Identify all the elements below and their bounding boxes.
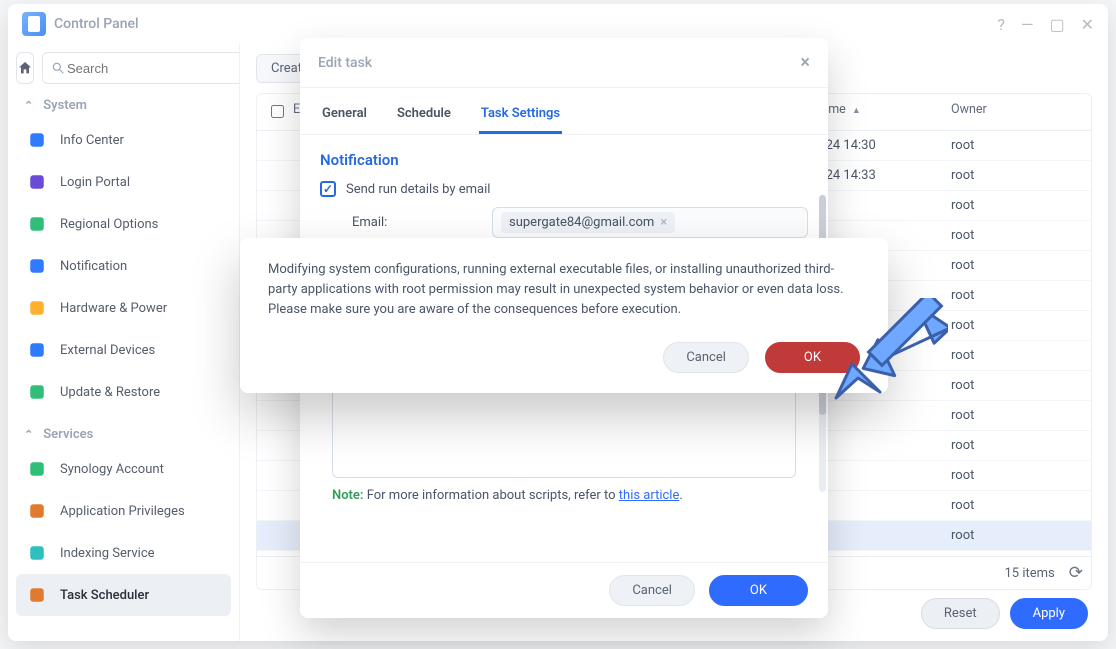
info-icon: [26, 129, 48, 151]
window-title: Control Panel: [54, 16, 997, 32]
sidebar-item-login-portal[interactable]: Login Portal: [16, 161, 231, 203]
sort-asc-icon: ▲: [852, 106, 861, 116]
reset-button[interactable]: Reset: [921, 598, 1000, 629]
search-icon: [51, 61, 65, 75]
cell-owner: root: [951, 138, 1081, 153]
apply-button[interactable]: Apply: [1010, 598, 1088, 629]
section-label: System: [43, 98, 87, 113]
cell-owner: root: [951, 408, 1081, 423]
confirm-cancel-button[interactable]: Cancel: [663, 342, 749, 373]
maximize-icon[interactable]: ▢: [1049, 15, 1064, 34]
tab-schedule[interactable]: Schedule: [395, 100, 453, 134]
note-prefix: Note:: [332, 488, 363, 503]
select-all-checkbox[interactable]: [271, 105, 284, 118]
section-services[interactable]: ⌃ Services: [16, 413, 231, 448]
note-suffix: .: [679, 488, 682, 503]
tab-task-settings[interactable]: Task Settings: [479, 100, 562, 134]
email-chip-text: supergate84@gmail.com: [509, 215, 654, 230]
sidebar-item-task-scheduler[interactable]: Task Scheduler: [16, 574, 231, 616]
search-icon: [26, 542, 48, 564]
send-email-checkbox[interactable]: ✓: [320, 181, 336, 197]
confirm-ok-button[interactable]: OK: [765, 342, 860, 373]
minimize-icon[interactable]: —: [1021, 15, 1034, 34]
home-icon: [17, 60, 33, 76]
close-icon[interactable]: ×: [800, 52, 810, 73]
sidebar-item-info-center[interactable]: Info Center: [16, 119, 231, 161]
sidebar-item-label: Indexing Service: [60, 546, 155, 561]
remove-chip-icon[interactable]: ×: [660, 215, 667, 230]
sidebar-item-synology-account[interactable]: Synology Account: [16, 448, 231, 490]
sidebar-item-label: Hardware & Power: [60, 301, 167, 316]
sidebar-item-label: Synology Account: [60, 462, 164, 477]
close-window-icon[interactable]: ✕: [1081, 15, 1094, 34]
dialog-title: Edit task: [318, 55, 372, 71]
sidebar-item-notification[interactable]: Notification: [16, 245, 231, 287]
sidebar-item-indexing-service[interactable]: Indexing Service: [16, 532, 231, 574]
tab-general[interactable]: General: [320, 100, 369, 134]
dialog-cancel-button[interactable]: Cancel: [609, 575, 695, 606]
portal-icon: [26, 171, 48, 193]
cell-owner: root: [951, 528, 1081, 543]
search-input-wrapper[interactable]: [42, 52, 240, 84]
sidebar-item-label: Task Scheduler: [60, 588, 149, 603]
sidebar-item-label: Info Center: [60, 133, 124, 148]
sidebar-item-label: Update & Restore: [60, 385, 160, 400]
cell-owner: root: [951, 438, 1081, 453]
lock-icon: [26, 500, 48, 522]
bulb-icon: [26, 297, 48, 319]
account-icon: [26, 458, 48, 480]
sidebar-item-label: Regional Options: [60, 217, 158, 232]
update-icon: [26, 381, 48, 403]
sidebar-item-update-restore[interactable]: Update & Restore: [16, 371, 231, 413]
chevron-up-icon: ⌃: [24, 428, 33, 441]
email-chip[interactable]: supergate84@gmail.com ×: [501, 212, 675, 233]
cell-owner: root: [951, 258, 1081, 273]
calendar-icon: [26, 584, 48, 606]
chevron-up-icon: ⌃: [24, 99, 33, 112]
cell-owner: root: [951, 378, 1081, 393]
email-input[interactable]: supergate84@gmail.com ×: [492, 207, 808, 238]
sidebar-item-label: Application Privileges: [60, 504, 185, 519]
sidebar-item-label: Notification: [60, 259, 127, 274]
sidebar-item-hardware-power[interactable]: Hardware & Power: [16, 287, 231, 329]
refresh-icon[interactable]: ⟳: [1069, 563, 1083, 583]
sidebar: ⌃ System Info Center Login Portal Region…: [8, 44, 240, 641]
chat-icon: [26, 255, 48, 277]
sidebar-item-label: External Devices: [60, 343, 155, 358]
devices-icon: [26, 339, 48, 361]
confirm-dialog: Modifying system configurations, running…: [240, 238, 888, 393]
col-owner[interactable]: Owner: [951, 102, 1081, 122]
cell-owner: root: [951, 228, 1081, 243]
script-note: Note: For more information about scripts…: [332, 488, 796, 503]
globe-icon: [26, 213, 48, 235]
note-link[interactable]: this article: [619, 488, 680, 503]
cell-owner: root: [951, 288, 1081, 303]
cell-owner: root: [951, 498, 1081, 513]
search-input[interactable]: [65, 60, 240, 77]
section-notification: Notification: [320, 151, 808, 169]
note-text: For more information about scripts, refe…: [363, 488, 618, 503]
cell-owner: root: [951, 318, 1081, 333]
dialog-ok-button[interactable]: OK: [709, 575, 808, 606]
app-icon: [22, 12, 46, 36]
confirm-text: Modifying system configurations, running…: [268, 260, 860, 320]
section-label: Services: [43, 427, 93, 442]
dialog-tabs: General Schedule Task Settings: [300, 88, 828, 135]
sidebar-item-external-devices[interactable]: External Devices: [16, 329, 231, 371]
cell-owner: root: [951, 198, 1081, 213]
home-button[interactable]: [16, 52, 34, 84]
help-icon[interactable]: ?: [997, 15, 1005, 34]
items-count: 15 items: [1004, 566, 1054, 581]
cell-owner: root: [951, 468, 1081, 483]
cell-owner: root: [951, 348, 1081, 363]
sidebar-item-application-privileges[interactable]: Application Privileges: [16, 490, 231, 532]
email-field-label: Email:: [352, 215, 482, 230]
send-email-label: Send run details by email: [346, 182, 490, 197]
cell-owner: root: [951, 168, 1081, 183]
sidebar-item-label: Login Portal: [60, 175, 130, 190]
section-system[interactable]: ⌃ System: [16, 84, 231, 119]
sidebar-item-regional-options[interactable]: Regional Options: [16, 203, 231, 245]
